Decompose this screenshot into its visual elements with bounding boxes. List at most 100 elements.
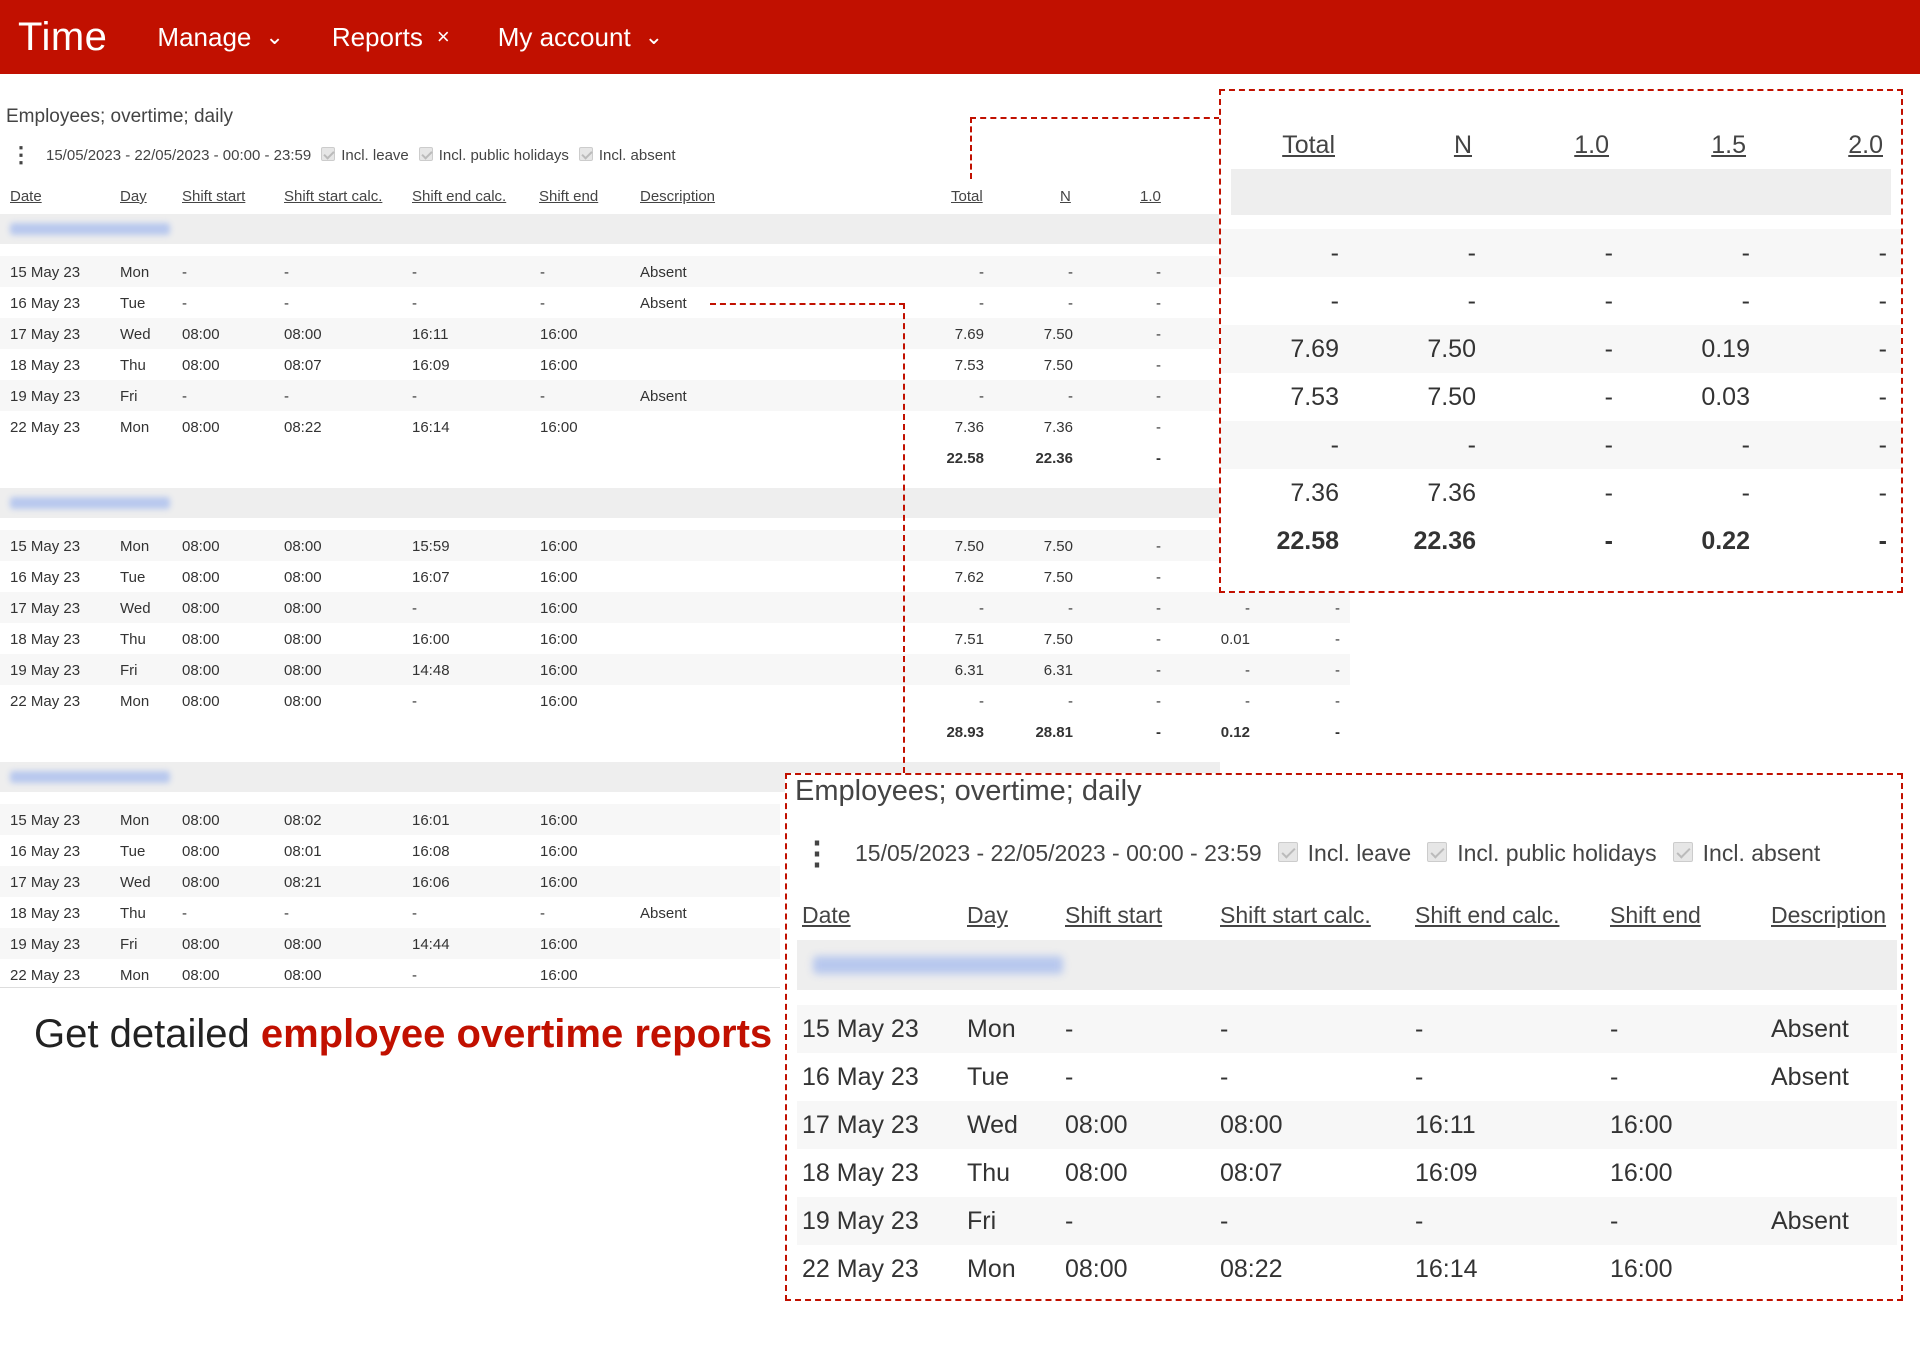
report-table-header: Date Day Shift start Shift start calc. Shift… <box>0 188 1350 214</box>
column-header-date[interactable]: Date <box>10 188 42 205</box>
table-row[interactable]: 17 May 23 Wed 08:00 08:00 16:11 16:00 7.69 7.50… <box>0 318 1350 349</box>
table-row[interactable]: 22 May 23 Mon 08:00 08:22 16:14 16:00 7.36 7.36… <box>0 411 1350 442</box>
table-cell: - <box>1156 662 1161 679</box>
column-header-n[interactable]: N <box>1060 188 1071 205</box>
table-row[interactable]: 17 May 23 Wed 08:00 08:00 16:11 16:00 <box>797 1101 1897 1149</box>
zoom-report-title: Employees; overtime; daily <box>795 775 1142 807</box>
table-cell: - <box>1741 287 1750 315</box>
zoom-column-header-1-0[interactable]: 1.0 <box>1574 131 1609 160</box>
table-row[interactable]: 19 May 23 Fri 08:00 08:00 14:48 16:00 6.31 6.31… <box>0 654 1350 685</box>
table-cell: 08:00 <box>182 326 220 343</box>
zoom-column-header-n[interactable]: N <box>1454 131 1472 160</box>
table-row[interactable]: ----- <box>1221 421 1901 469</box>
table-row[interactable]: 18 May 23 Thu - - - - Absent <box>0 897 780 928</box>
table-cell: 16:08 <box>412 843 450 860</box>
zoom-column-header-shift-end[interactable]: Shift end <box>1610 902 1701 929</box>
table-cell: - <box>1220 1063 1229 1091</box>
table-row[interactable]: 16 May 23 Tue 08:00 08:01 16:08 16:00 <box>0 835 780 866</box>
table-row[interactable]: 19 May 23 Fri - - - - Absent - - - <box>0 380 1350 411</box>
table-cell: 22 May 23 <box>10 693 81 710</box>
column-header-description[interactable]: Description <box>640 188 715 205</box>
table-row[interactable]: 17 May 23 Wed 08:00 08:00 - 16:00 - - - - - <box>0 592 1350 623</box>
total-cell: - <box>1604 527 1613 555</box>
close-icon[interactable]: × <box>437 24 450 50</box>
table-cell: - <box>284 295 289 312</box>
nav-my-account[interactable]: My account ⌄ <box>498 22 663 53</box>
total-cell: - <box>1156 450 1161 467</box>
table-row[interactable]: 19 May 23 Fri - - - - Absent <box>797 1197 1897 1245</box>
table-cell: Wed <box>120 600 151 617</box>
table-row[interactable]: 22 May 23 Mon 08:00 08:00 - 16:00 - - - - - <box>0 685 1350 716</box>
incl-absent-checkbox[interactable] <box>578 147 593 161</box>
zoom-column-header-total[interactable]: Total <box>1282 131 1335 160</box>
table-cell: 08:00 <box>182 569 220 586</box>
zoom-column-header-1-5[interactable]: 1.5 <box>1711 131 1746 160</box>
table-cell: 08:02 <box>284 812 322 829</box>
zoom-column-header-description[interactable]: Description <box>1771 902 1886 929</box>
column-header-1-0[interactable]: 1.0 <box>1140 188 1161 205</box>
table-cell: - <box>979 264 984 281</box>
incl-leave-checkbox[interactable] <box>1277 842 1298 862</box>
table-row[interactable]: 7.36 7.36 - - - <box>1221 469 1901 517</box>
column-header-day[interactable]: Day <box>120 188 147 205</box>
table-row[interactable]: ----- <box>1221 277 1901 325</box>
table-row[interactable]: 16 May 23 Tue - - - - Absent <box>797 1053 1897 1101</box>
table-row[interactable]: 17 May 23 Wed 08:00 08:21 16:06 16:00 <box>0 866 780 897</box>
table-row[interactable]: ----- <box>1221 229 1901 277</box>
table-row[interactable]: 18 May 23 Thu 08:00 08:07 16:09 16:00 <box>797 1149 1897 1197</box>
zoom-column-header-shift-start[interactable]: Shift start <box>1065 902 1162 929</box>
table-cell: 16:00 <box>1610 1255 1673 1283</box>
table-row[interactable]: 7.69 7.50 - 0.19 - <box>1221 325 1901 373</box>
table-cell: Mon <box>967 1255 1016 1283</box>
more-options-icon[interactable]: ⋮ <box>801 837 833 869</box>
table-cell: 16:00 <box>540 631 578 648</box>
column-header-total[interactable]: Total <box>951 188 983 205</box>
table-cell: 08:00 <box>182 357 220 374</box>
incl-absent-checkbox[interactable] <box>1672 842 1693 862</box>
table-cell: - <box>1156 388 1161 405</box>
table-row[interactable]: 15 May 23 Mon 08:00 08:02 16:01 16:00 <box>0 804 780 835</box>
table-cell: 18 May 23 <box>802 1159 919 1187</box>
table-cell: - <box>1604 335 1613 363</box>
incl-leave-checkbox[interactable] <box>321 147 336 161</box>
column-header-shift-start-calc[interactable]: Shift start calc. <box>284 188 382 205</box>
table-cell: 0.03 <box>1701 383 1750 411</box>
table-cell: 08:00 <box>1220 1111 1283 1139</box>
more-options-icon[interactable]: ⋮ <box>10 144 32 166</box>
table-row[interactable]: 19 May 23 Fri 08:00 08:00 14:44 16:00 <box>0 928 780 959</box>
zoom-column-header-day[interactable]: Day <box>967 902 1008 929</box>
column-header-shift-end[interactable]: Shift end <box>539 188 598 205</box>
totals-row: 28.93 28.81 - 0.12 - <box>0 716 1350 747</box>
table-cell: - <box>1156 631 1161 648</box>
table-row[interactable]: 15 May 23 Mon - - - - Absent <box>797 1005 1897 1053</box>
table-row[interactable]: 16 May 23 Tue - - - - Absent - - - <box>0 287 1350 318</box>
table-row[interactable]: 18 May 23 Thu 08:00 08:07 16:09 16:00 7.53 7.50… <box>0 349 1350 380</box>
incl-public-holidays-checkbox[interactable] <box>1427 842 1448 862</box>
zoom-column-header-shift-end-calc[interactable]: Shift end calc. <box>1415 902 1559 929</box>
nav-manage[interactable]: Manage ⌄ <box>157 22 283 53</box>
table-row[interactable]: 15 May 23 Mon - - - - Absent - - - <box>0 256 1350 287</box>
table-row[interactable]: 16 May 23 Tue 08:00 08:00 16:07 16:00 7.62 7.50… <box>0 561 1350 592</box>
table-cell: 19 May 23 <box>802 1207 919 1235</box>
column-header-shift-start[interactable]: Shift start <box>182 188 245 205</box>
table-row[interactable]: 7.53 7.50 - 0.03 - <box>1221 373 1901 421</box>
table-cell: - <box>1220 1015 1229 1043</box>
zoom-column-header-2-0[interactable]: 2.0 <box>1848 131 1883 160</box>
nav-reports[interactable]: Reports × <box>332 22 450 53</box>
brand-logo[interactable]: Time <box>18 15 107 60</box>
zoom-column-header-shift-start-calc[interactable]: Shift start calc. <box>1220 902 1371 929</box>
table-row[interactable]: 18 May 23 Thu 08:00 08:00 16:00 16:00 7.51 7.50… <box>0 623 1350 654</box>
zoom-column-header-date[interactable]: Date <box>802 902 851 929</box>
table-cell: 15 May 23 <box>10 264 81 281</box>
table-cell: 22 May 23 <box>10 967 81 984</box>
total-cell: 22.58 <box>1276 527 1339 555</box>
nav-reports-label: Reports <box>331 21 423 52</box>
table-row[interactable]: 15 May 23 Mon 08:00 08:00 15:59 16:00 7.50 7.50… <box>0 530 1350 561</box>
incl-public-holidays-checkbox[interactable] <box>418 147 433 161</box>
table-cell: 16:09 <box>1415 1159 1478 1187</box>
table-cell: 7.62 <box>954 569 984 586</box>
column-header-shift-end-calc[interactable]: Shift end calc. <box>412 188 506 205</box>
table-row[interactable]: 22 May 23 Mon 08:00 08:22 16:14 16:00 <box>797 1245 1897 1293</box>
table-row[interactable]: 22 May 23 Mon 08:00 08:00 - 16:00 <box>0 959 780 988</box>
table-cell: 08:00 <box>284 967 322 984</box>
